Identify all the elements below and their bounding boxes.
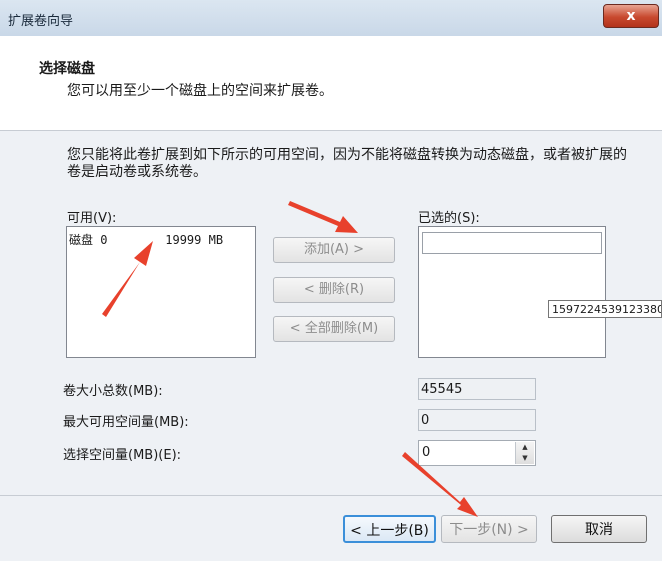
arrow-icon-list (102, 241, 153, 317)
annotation-arrows (102, 201, 478, 517)
arrow-icon-next (402, 452, 478, 517)
arrow-icon-add (288, 201, 358, 233)
